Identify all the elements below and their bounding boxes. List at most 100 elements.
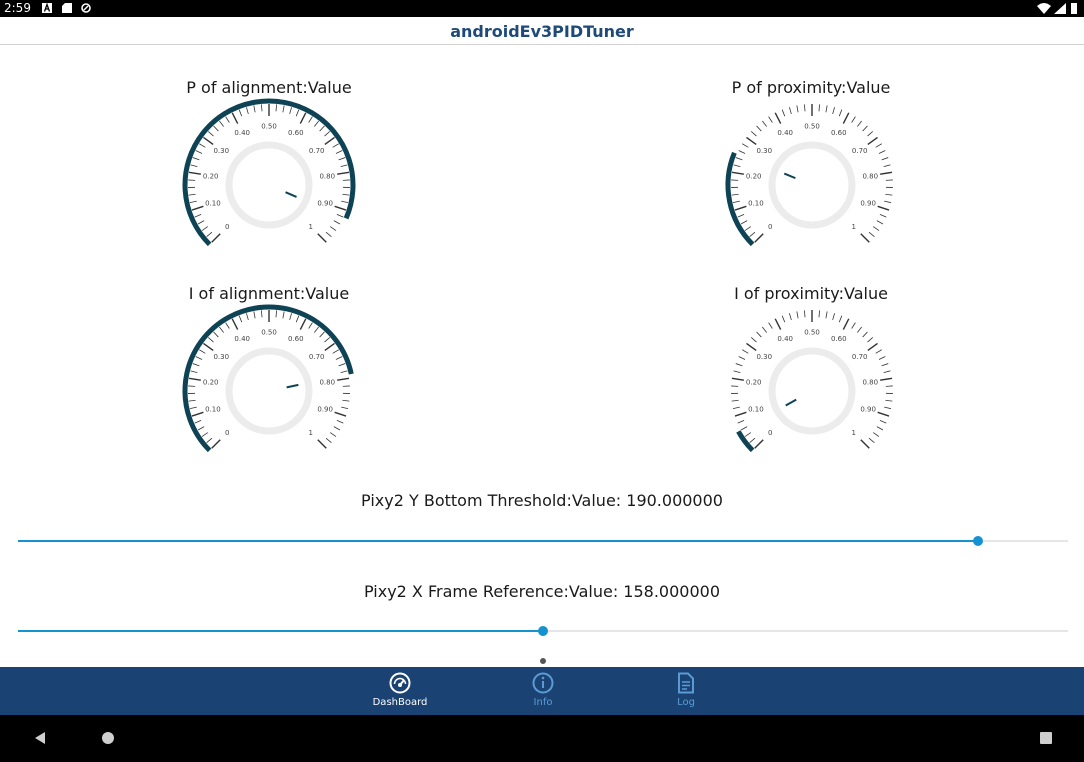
gauge-minor-tick [742,349,749,354]
gauge-tick-label: 0.30 [756,147,772,155]
gauge-minor-tick [260,310,263,318]
gauge-minor-tick [238,315,243,323]
gauge-minor-tick [885,399,893,402]
gauge-tick-label: 0.40 [234,129,250,137]
gauge-minor-tick [336,420,344,424]
gauge-minor-tick [197,220,205,225]
gauge-major-tick [867,342,878,352]
gauge-minor-tick [737,420,745,424]
nav-item-dashboard[interactable]: DashBoard [355,667,445,715]
status-right-icons [1037,3,1077,14]
gauge-minor-tick [329,432,337,437]
gauge-minor-tick [762,326,767,333]
gauge-major-tick [324,342,335,352]
gauge-minor-tick [238,109,243,117]
app-title: androidEv3PIDTuner [450,22,634,41]
gauge-minor-tick [733,164,741,167]
nav-label-log: Log [677,697,695,708]
gauge-major-tick [231,112,239,124]
gauge-minor-tick [789,107,792,115]
gauge-tick-label: 0 [225,429,229,437]
gauge-minor-tick [738,356,746,360]
gauge-minor-tick [289,107,292,115]
slider-thumb[interactable] [538,626,548,636]
gauge-tick-label: 0.90 [860,200,876,208]
nav-item-info[interactable]: Info [498,667,588,715]
gauge-minor-tick [190,370,198,373]
gauge-tick-label: 0.40 [234,335,250,343]
gauge-minor-tick [857,120,862,127]
gauge-minor-tick [282,105,285,113]
gauge-minor-tick [246,313,249,321]
nav-label-dashboard: DashBoard [372,697,428,708]
gauge-tick-label: 0.60 [288,129,304,137]
bottom-nav: DashBoard Info Log [0,667,1084,715]
gauge-major-tick [746,136,757,146]
gauge-tick-label: 0.90 [317,406,333,414]
slider-fill [18,630,543,632]
gauge-minor-tick [744,432,752,437]
gauge-minor-tick [876,220,884,225]
gauge-minor-tick [878,150,886,154]
gauge-minor-tick [732,200,740,204]
gauge-tick-label: 0.50 [804,123,820,131]
gauge-minor-tick [768,322,773,329]
gauge-minor-tick [325,437,332,443]
gauge-tick-label: 0 [768,223,772,231]
gauge-minor-tick [875,349,882,354]
gauge-major-tick [231,318,239,330]
gauge-minor-tick [340,370,348,373]
gauge-tick-label: 1 [308,223,312,231]
gauge-tick-label: 0.30 [213,147,229,155]
battery-icon [1071,3,1077,14]
gauge-tick-label: 0.70 [309,147,325,155]
gauge-minor-tick [740,426,748,431]
gauge-minor-tick [818,310,821,318]
gauge-minor-tick [342,193,350,196]
gauge-minor-tick [884,200,892,204]
gauge-minor-tick [862,331,868,338]
gauge-minor-tick [342,399,350,402]
back-icon[interactable] [33,731,47,745]
gauge-major-tick [203,136,214,146]
gauge-major-tick [731,377,744,381]
gauge-minor-tick [314,120,319,127]
gauge-minor-tick [329,226,337,231]
gauge-needle [286,383,299,389]
gauge-major-tick [877,411,890,417]
gauge-minor-tick [738,150,746,154]
slider-y-bottom-threshold[interactable] [18,531,1068,551]
gauge-major-tick [734,205,747,211]
gauge-minor-tick [260,104,263,112]
document-icon [678,672,694,694]
gauge-minor-tick [197,426,205,431]
gauge-minor-tick [768,116,773,123]
gauge-minor-tick [335,356,343,360]
gauge-minor-tick [851,116,856,123]
slider-fill [18,540,978,542]
gauge-p-alignment: 0 0.10 0.20 0.30 0.40 0.50 0.60 0.70 0.80 0.90 1 [182,98,356,247]
gauge-minor-tick [336,214,344,218]
gauge-tick-label: 0 [768,429,772,437]
notification-a-icon [42,3,52,13]
gauge-major-tick [774,112,782,124]
gauge-tick-label: 0.80 [319,172,335,180]
gauge-tick-label: 0.10 [748,406,764,414]
gauge-minor-tick [341,200,349,204]
gauge-minor-tick [733,370,741,373]
recents-icon[interactable] [1039,731,1053,745]
nav-item-log[interactable]: Log [641,667,731,715]
gauge-minor-tick [206,437,213,443]
gauge-tick-label: 0.60 [831,335,847,343]
gauge-tick-label: 0.30 [213,353,229,361]
gauge-minor-tick [756,331,762,338]
gauge-tick-label: 0.90 [860,406,876,414]
gauge-major-tick [877,205,890,211]
gauge-tick-label: 0.20 [746,378,762,386]
slider-x-frame-reference[interactable] [18,621,1068,641]
gauge-minor-tick [731,399,739,402]
slider-thumb[interactable] [972,536,983,546]
gauge-minor-tick [876,426,884,431]
gauge-minor-tick [189,200,197,204]
home-icon[interactable] [101,731,115,745]
